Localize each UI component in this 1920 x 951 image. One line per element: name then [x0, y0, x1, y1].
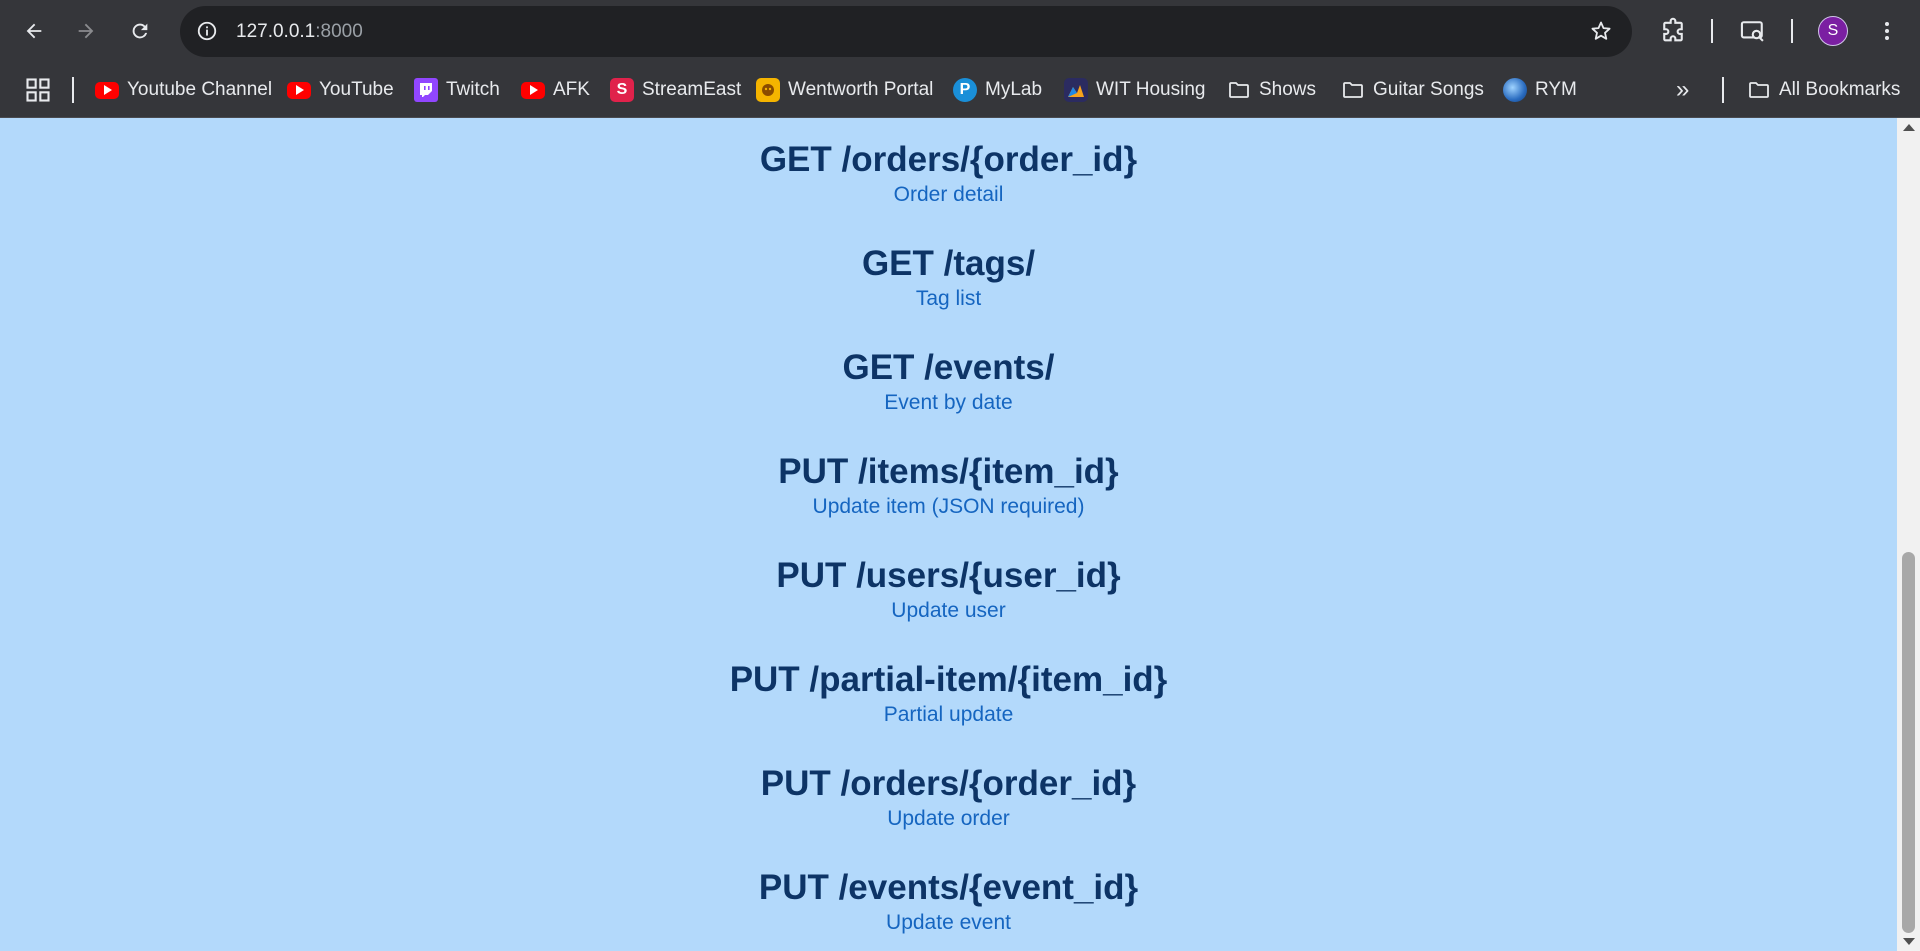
wit-icon [1064, 78, 1088, 102]
bookmark-youtube[interactable]: YouTube [287, 73, 394, 107]
endpoint-route: GET /tags/ [861, 244, 1036, 283]
reload-icon [132, 23, 148, 39]
reload-button[interactable] [120, 11, 160, 51]
endpoint-route: PUT /events/{event_id} [758, 868, 1139, 907]
scrollbar-thumb[interactable] [1902, 552, 1915, 933]
page-scrollbar[interactable] [1897, 118, 1920, 951]
endpoint-item: PUT /orders/{order_id} Update order [0, 764, 1897, 868]
puzzle-icon [1663, 17, 1683, 42]
endpoint-route: PUT /items/{item_id} [778, 452, 1119, 491]
folder-icon [1747, 78, 1771, 102]
url-text[interactable]: 127.0.0.1:8000 [236, 21, 363, 43]
bookmark-mylab[interactable]: P MyLab [953, 73, 1042, 107]
endpoint-item: PUT /users/{user_id} Update user [0, 556, 1897, 660]
bookmark-youtube-channel[interactable]: Youtube Channel [95, 73, 272, 107]
streameast-icon: S [610, 78, 634, 102]
endpoint-description: Update item (JSON required) [812, 495, 1085, 518]
star-icon [1591, 21, 1611, 40]
bookmark-label: All Bookmarks [1779, 79, 1901, 100]
bookmark-label: Youtube Channel [127, 79, 273, 100]
endpoint-route: PUT /users/{user_id} [776, 556, 1121, 595]
bookmark-label: AFK [553, 79, 590, 100]
bookmark-wit-housing[interactable]: WIT Housing [1064, 73, 1205, 107]
browser-toolbar: 127.0.0.1:8000 S [0, 0, 1920, 62]
youtube-icon [521, 81, 545, 99]
tab-search-icon [1740, 21, 1764, 42]
bookmark-star-button[interactable] [1588, 18, 1614, 44]
mylab-icon: P [953, 78, 977, 102]
profile-avatar[interactable]: S [1818, 16, 1848, 46]
endpoint-route: PUT /orders/{order_id} [760, 764, 1137, 803]
endpoint-description: Update event [886, 911, 1011, 934]
bookmark-twitch[interactable]: Twitch [414, 73, 500, 107]
youtube-icon [287, 81, 311, 99]
bookmark-label: StreamEast [642, 79, 742, 100]
endpoint-item: PUT /partial-item/{item_id} Partial upda… [0, 660, 1897, 764]
url-port: :8000 [315, 21, 363, 42]
bookmark-folder-guitar-songs[interactable]: Guitar Songs [1341, 73, 1484, 107]
bookmark-label: WIT Housing [1096, 79, 1206, 100]
endpoint-item: GET /orders/{order_id} Order detail [0, 140, 1897, 244]
apps-button[interactable] [24, 76, 52, 104]
rym-icon [1503, 78, 1527, 102]
address-bar[interactable]: 127.0.0.1:8000 [180, 6, 1632, 57]
bookmark-label: Wentworth Portal [788, 79, 934, 100]
endpoint-description: Update user [891, 599, 1006, 622]
bookmark-folder-shows[interactable]: Shows [1227, 73, 1316, 107]
twitch-icon [414, 78, 438, 102]
endpoint-item: PUT /events/{event_id} Update event [0, 868, 1897, 951]
toolbar-divider [1711, 19, 1713, 43]
bookmark-label: YouTube [319, 79, 394, 100]
extensions-button[interactable] [1656, 14, 1690, 48]
wentworth-icon [756, 78, 780, 102]
endpoint-description: Event by date [884, 391, 1013, 414]
arrow-right-icon [78, 23, 94, 39]
youtube-icon [95, 81, 119, 99]
endpoint-item: GET /events/ Event by date [0, 348, 1897, 452]
toolbar-divider [1791, 19, 1793, 43]
endpoint-route: GET /events/ [842, 348, 1055, 387]
folder-icon [1341, 78, 1365, 102]
tab-search-button[interactable] [1736, 14, 1770, 48]
bookmarks-divider [1722, 77, 1724, 103]
bookmark-label: Twitch [446, 79, 500, 100]
bookmark-streameast[interactable]: S StreamEast [610, 73, 741, 107]
endpoint-route: PUT /partial-item/{item_id} [729, 660, 1168, 699]
scroll-down-arrow-icon[interactable] [1903, 938, 1915, 945]
endpoint-description: Update order [887, 807, 1010, 830]
apps-grid-icon [26, 78, 50, 102]
folder-icon [1227, 78, 1251, 102]
url-host: 127.0.0.1 [236, 21, 316, 42]
endpoint-description: Order detail [893, 183, 1004, 206]
arrow-left-icon [26, 23, 42, 39]
bookmark-rym[interactable]: RYM [1503, 73, 1577, 107]
page-content: GET /orders/{order_id} Order detail GET … [0, 118, 1897, 951]
bookmarks-divider [72, 77, 74, 103]
bookmark-label: MyLab [985, 79, 1043, 100]
kebab-menu-icon [1885, 22, 1889, 40]
forward-button[interactable] [66, 11, 106, 51]
browser-menu-button[interactable] [1870, 14, 1904, 48]
bookmark-label: Guitar Songs [1373, 79, 1484, 100]
endpoint-item: PUT /items/{item_id} Update item (JSON r… [0, 452, 1897, 556]
bookmarks-bar: Youtube Channel YouTube Twitch AFK S Str… [0, 62, 1920, 118]
endpoint-list: GET /orders/{order_id} Order detail GET … [0, 140, 1897, 951]
endpoint-item: GET /tags/ Tag list [0, 244, 1897, 348]
bookmark-label: Shows [1259, 79, 1317, 100]
bookmark-wentworth-portal[interactable]: Wentworth Portal [756, 73, 933, 107]
info-icon [197, 21, 217, 41]
all-bookmarks-button[interactable]: All Bookmarks [1747, 73, 1900, 107]
endpoint-route: GET /orders/{order_id} [759, 140, 1138, 179]
endpoint-description: Tag list [915, 287, 982, 310]
scroll-up-arrow-icon[interactable] [1903, 124, 1915, 131]
bookmarks-overflow-button[interactable]: » [1676, 76, 1689, 104]
bookmark-label: RYM [1535, 79, 1577, 100]
endpoint-description: Partial update [883, 703, 1014, 726]
site-info-button[interactable] [194, 18, 220, 44]
bookmark-afk[interactable]: AFK [521, 73, 590, 107]
back-button[interactable] [14, 11, 54, 51]
